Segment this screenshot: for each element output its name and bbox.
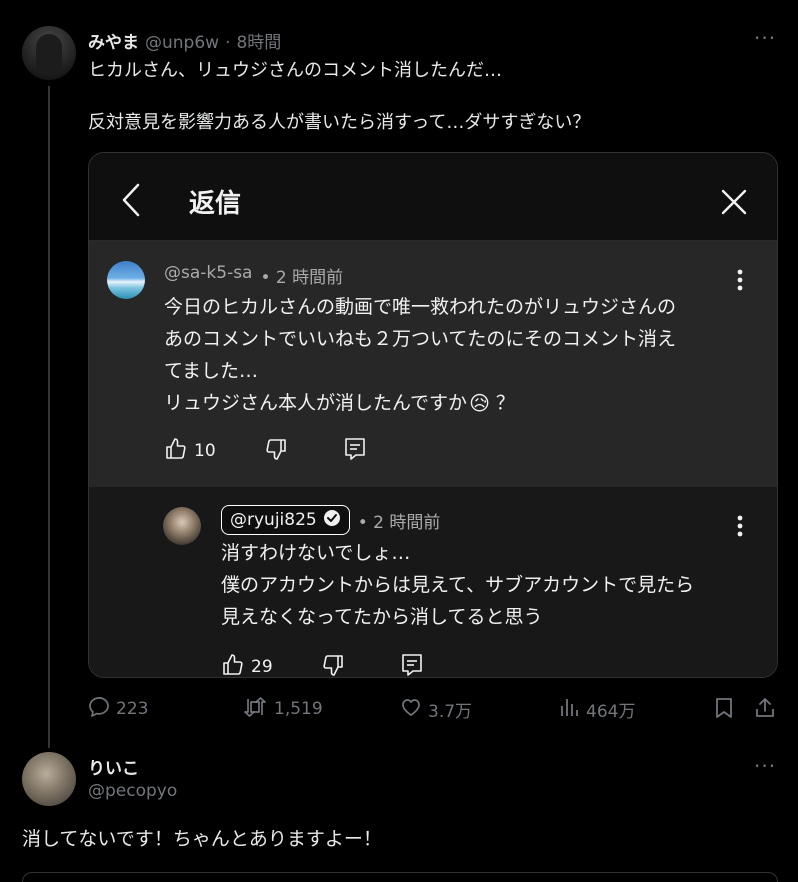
share-button[interactable] [754, 696, 776, 722]
comment-line1: 今日のヒカルさんの動画で唯一救われたのがリュウジさんの [164, 296, 677, 318]
share-icon [754, 698, 776, 722]
post-text-line2: 反対意見を影響力ある人が書いたら消すって…ダサすぎない？ [88, 112, 591, 133]
bookmark-button[interactable] [714, 697, 734, 723]
speech-bubble-icon [88, 696, 110, 722]
thumbs-down-icon [321, 653, 345, 677]
post-header: みやま @unp6w · 8時間 [88, 28, 281, 53]
reply-line2: 僕のアカウントからは見えて、サブアカウントで見たら [221, 574, 695, 596]
reply-count: 223 [116, 699, 149, 719]
heart-icon [400, 696, 422, 722]
reply-line1: 消すわけないでしょ… [221, 542, 411, 564]
reply-button[interactable]: 223 [88, 696, 148, 722]
comment-line4-end: ？ [495, 392, 515, 414]
comment-line3: てました… [164, 360, 259, 382]
back-icon [121, 183, 141, 221]
author-name[interactable]: みやま [88, 28, 139, 53]
reply-line3: 見えなくなってたから消してると思う [221, 606, 543, 628]
post-text-line1: ヒカルさん、リュウジさんのコメント消したんだ… [88, 60, 502, 81]
thumbs-up-icon [164, 437, 188, 465]
reply-handle-pill: @ryuji825 [221, 505, 350, 535]
reply-avatar [163, 507, 201, 545]
next-embed-edge [22, 872, 778, 882]
author-name-2[interactable]: りいこ [88, 754, 139, 779]
embed-header: 返信 [89, 153, 777, 241]
reply-time: • 2 時間前 [357, 512, 441, 533]
post-text-2: 消してないです！ちゃんとありますよー！ [22, 828, 382, 850]
attached-image[interactable]: 返信 @sa-k5-sa • 2 時間前 今日のヒカルさんの動画で唯一救われたの… [88, 152, 778, 678]
thumbs-down-icon [264, 437, 288, 465]
repost-button[interactable]: 1,519 [242, 696, 323, 722]
embed-reply: @ryuji825 • 2 時間前 消すわけないでしょ… 僕のアカウントからは見… [89, 487, 777, 677]
like-count: 3.7万 [428, 701, 473, 722]
avatar-riiko[interactable] [22, 752, 76, 806]
comment-time: • 2 時間前 [260, 268, 344, 288]
views-button[interactable]: 464万 [558, 696, 635, 722]
comment-line2: あのコメントでいいねも２万ついてたのにそのコメント消え [164, 328, 677, 350]
bookmark-icon [714, 698, 734, 723]
comment-meta: @sa-k5-sa • 2 時間前 [164, 263, 343, 288]
more-options-button[interactable]: ··· [754, 26, 776, 50]
bar-chart-icon [558, 696, 580, 722]
post-time[interactable]: 8時間 [236, 28, 281, 53]
avatar-miyama[interactable] [22, 26, 76, 80]
more-options-button-2[interactable]: ··· [754, 754, 776, 778]
view-count: 464万 [586, 701, 636, 722]
comment-like-count: 10 [194, 441, 216, 461]
reply-comment-icon [401, 653, 423, 677]
author-handle-2[interactable]: @pecopyo [88, 781, 177, 801]
close-icon [721, 189, 747, 219]
thumbs-up-icon [221, 653, 245, 677]
verified-icon [323, 509, 341, 532]
comment-line4-text: リュウジさん本人が消したんですか [164, 392, 468, 414]
repost-icon [242, 696, 268, 722]
embed-comment: @sa-k5-sa • 2 時間前 今日のヒカルさんの動画で唯一救われたのがリュ… [89, 241, 777, 487]
reply-comment-icon [344, 437, 366, 465]
separator-dot: · [225, 33, 231, 53]
comment-line4: リュウジさん本人が消したんですか 😥 ？ [164, 387, 515, 419]
sad-emoji: 😥 [469, 391, 490, 415]
commenter-handle: @sa-k5-sa [164, 263, 253, 283]
thread-line [48, 86, 50, 748]
commenter-avatar [107, 261, 145, 299]
comment-actions: 10 [164, 437, 366, 465]
reply-meta: @ryuji825 • 2 時間前 [221, 505, 440, 535]
comment-more-icon [737, 269, 743, 295]
reply-like-count: 29 [251, 657, 273, 677]
reply-more-icon [737, 515, 743, 541]
embed-title: 返信 [189, 189, 242, 219]
author-handle[interactable]: @unp6w [145, 33, 219, 53]
repost-count: 1,519 [274, 699, 323, 719]
reply-actions: 29 [221, 653, 423, 677]
reply-handle: @ryuji825 [230, 510, 317, 530]
like-button[interactable]: 3.7万 [400, 696, 472, 722]
